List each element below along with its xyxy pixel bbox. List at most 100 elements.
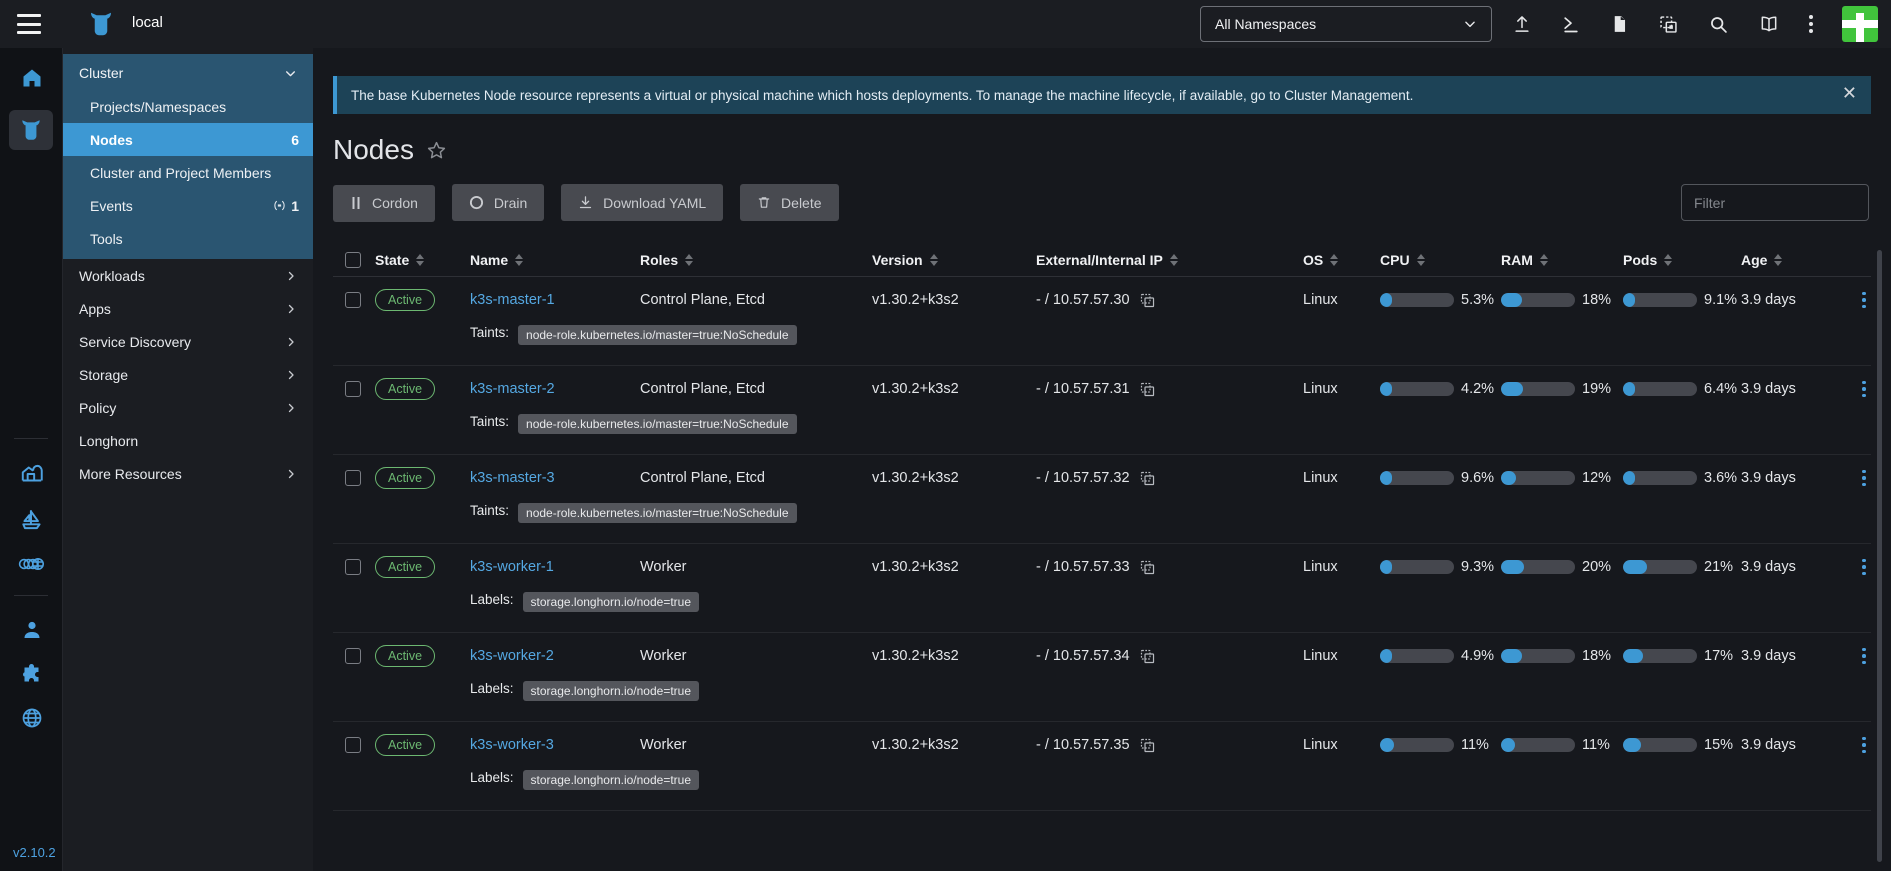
node-name-link[interactable]: k3s-master-1 (470, 292, 555, 308)
column-header-state[interactable]: State (375, 252, 470, 268)
column-header-external-internal-ip[interactable]: External/Internal IP (1036, 252, 1303, 268)
download-yaml-button[interactable]: Download YAML (561, 184, 724, 221)
copy-icon[interactable] (1139, 559, 1156, 576)
scrollbar[interactable] (1877, 250, 1882, 862)
sidebar-group-more-resources[interactable]: More Resources (63, 457, 313, 490)
row-actions-kebab[interactable] (1862, 469, 1866, 487)
harvester-icon[interactable] (0, 461, 63, 487)
node-name-link[interactable]: k3s-master-2 (470, 381, 555, 397)
node-name-link[interactable]: k3s-worker-1 (470, 559, 554, 575)
close-icon[interactable]: ✕ (1842, 83, 1857, 104)
sidebar-group-longhorn[interactable]: Longhorn (63, 424, 313, 457)
row-checkbox[interactable] (345, 737, 361, 753)
sidebar-item-tools[interactable]: Tools (63, 222, 313, 255)
sidebar-group-label: Apps (79, 300, 111, 317)
locale-icon[interactable] (0, 706, 63, 730)
import-yaml-icon[interactable] (1658, 14, 1679, 35)
cpu-meter: 4.9% (1380, 633, 1501, 679)
ip-cell: - / 10.57.57.34 (1036, 633, 1303, 679)
sidebar-group-service-discovery[interactable]: Service Discovery (63, 325, 313, 358)
sidebar-item-nodes[interactable]: Nodes 6 (63, 123, 313, 156)
sidebar-item-count: 6 (291, 131, 299, 148)
actions-toolbar: Cordon Drain Download YAML Delete (333, 184, 1871, 222)
column-header-version[interactable]: Version (872, 252, 1036, 268)
copy-icon[interactable] (1139, 381, 1156, 398)
filter-input[interactable] (1681, 184, 1869, 221)
sidebar-item-badge: 1 (273, 198, 299, 214)
meta-badge: storage.longhorn.io/node=true (522, 681, 699, 701)
column-header-name[interactable]: Name (470, 252, 640, 268)
row-actions-kebab[interactable] (1862, 558, 1866, 576)
node-name-link[interactable]: k3s-worker-3 (470, 737, 554, 753)
kubectl-shell-icon[interactable] (1561, 14, 1581, 34)
row-actions-kebab[interactable] (1862, 647, 1866, 665)
search-icon[interactable] (1708, 14, 1729, 35)
extensions-icon[interactable] (0, 662, 63, 686)
os-cell: Linux (1303, 737, 1338, 753)
favorite-star-icon[interactable] (426, 140, 447, 161)
select-all-checkbox[interactable] (345, 251, 361, 268)
cluster-name: local (132, 14, 163, 31)
column-header-age[interactable]: Age (1741, 252, 1854, 268)
user-icon[interactable] (0, 618, 63, 642)
pods-meter: 6.4% (1623, 366, 1741, 412)
chevron-right-icon (288, 403, 294, 412)
row-checkbox[interactable] (345, 559, 361, 575)
delete-button[interactable]: Delete (740, 184, 839, 221)
chevron-down-icon (1465, 21, 1475, 28)
meta-badge: node-role.kubernetes.io/master=true:NoSc… (518, 503, 797, 523)
drain-button[interactable]: Drain (451, 184, 545, 221)
home-icon[interactable] (0, 66, 63, 90)
status-badge: Active (375, 467, 436, 489)
column-header-cpu[interactable]: CPU (1380, 252, 1501, 268)
copy-icon[interactable] (1139, 470, 1156, 487)
row-actions-kebab[interactable] (1862, 736, 1866, 754)
nodes-table: State Name Roles Version External/Intern… (333, 243, 1871, 811)
column-header-ram[interactable]: RAM (1501, 252, 1623, 268)
copy-icon[interactable] (1139, 292, 1156, 309)
hamburger-menu-icon[interactable] (17, 14, 41, 34)
cluster-management-icon[interactable] (0, 553, 63, 575)
status-badge: Active (375, 734, 436, 756)
node-meta-row: Labels: storage.longhorn.io/node=true (470, 768, 1871, 810)
namespace-filter-select[interactable]: All Namespaces (1200, 6, 1492, 42)
row-checkbox[interactable] (345, 381, 361, 397)
pods-meter: 9.1% (1623, 277, 1741, 323)
ip-cell: - / 10.57.57.33 (1036, 544, 1303, 590)
sidebar-group-policy[interactable]: Policy (63, 391, 313, 424)
column-header-roles[interactable]: Roles (640, 252, 872, 268)
sidebar-item-projects-namespaces[interactable]: Projects/Namespaces (63, 90, 313, 123)
sidebar-item-cluster-and-project-members[interactable]: Cluster and Project Members (63, 156, 313, 189)
sidebar-group-cluster[interactable]: Cluster (63, 56, 313, 90)
row-checkbox[interactable] (345, 470, 361, 486)
docs-icon[interactable] (1758, 14, 1780, 34)
meta-badge: node-role.kubernetes.io/master=true:NoSc… (518, 325, 797, 345)
row-checkbox[interactable] (345, 292, 361, 308)
column-header-pods[interactable]: Pods (1623, 252, 1741, 268)
copy-icon[interactable] (1139, 648, 1156, 665)
roles-cell: Control Plane, Etcd (640, 381, 765, 397)
ram-meter: 18% (1501, 277, 1623, 323)
row-actions-kebab[interactable] (1862, 380, 1866, 398)
sidebar-group-storage[interactable]: Storage (63, 358, 313, 391)
cpu-meter: 9.6% (1380, 455, 1501, 501)
node-name-link[interactable]: k3s-master-3 (470, 470, 555, 486)
sidebar-group-workloads[interactable]: Workloads (63, 259, 313, 292)
node-name-link[interactable]: k3s-worker-2 (470, 648, 554, 664)
cordon-button[interactable]: Cordon (333, 184, 435, 222)
age-cell: 3.9 days (1741, 470, 1796, 486)
row-checkbox[interactable] (345, 648, 361, 664)
sidebar-item-events[interactable]: Events 1 (63, 189, 313, 222)
ram-meter: 20% (1501, 544, 1623, 590)
column-header-os[interactable]: OS (1303, 252, 1380, 268)
sidebar-group-apps[interactable]: Apps (63, 292, 313, 325)
fleet-icon[interactable] (0, 507, 63, 533)
yaml-file-icon[interactable] (1610, 14, 1629, 34)
kebab-menu-icon[interactable] (1809, 15, 1813, 33)
user-avatar[interactable] (1842, 6, 1878, 42)
header-actions (1512, 0, 1878, 48)
upload-icon[interactable] (1512, 14, 1532, 34)
copy-icon[interactable] (1139, 737, 1156, 754)
row-actions-kebab[interactable] (1862, 291, 1866, 309)
cluster-local-icon[interactable] (9, 110, 53, 150)
